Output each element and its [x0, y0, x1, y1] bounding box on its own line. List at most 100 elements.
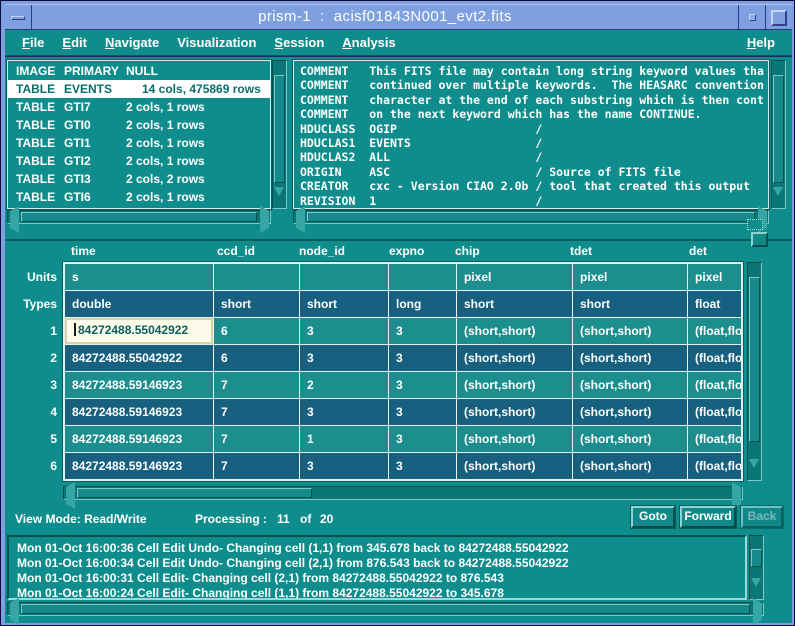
units-cell[interactable]: pixel	[573, 264, 687, 290]
table-cell[interactable]: 3	[300, 453, 388, 479]
scroll-up-icon[interactable]	[751, 537, 762, 563]
table-cell-editing[interactable]: 84272488.55042922	[65, 318, 213, 344]
table-cell[interactable]: 7	[214, 453, 299, 479]
table-cell[interactable]: (float,float)	[688, 372, 741, 398]
sash-handle[interactable]	[751, 232, 768, 247]
table-cell[interactable]: 3	[389, 345, 456, 371]
table-cell[interactable]: (float,float)	[688, 453, 741, 479]
hdu-list-item-gti3[interactable]: TABLE GTI3 2 cols, 2 rows	[8, 170, 270, 188]
scroll-left-icon[interactable]	[9, 598, 20, 625]
table-cell[interactable]: (short,short)	[573, 318, 687, 344]
hdu-list-item-gti7[interactable]: TABLE GTI7 2 cols, 1 rows	[8, 98, 270, 116]
scroll-left-icon[interactable]	[9, 206, 20, 233]
table-cell[interactable]: 7	[214, 426, 299, 452]
table-cell[interactable]: 3	[300, 345, 388, 371]
hdu-list-item-primary[interactable]: IMAGE PRIMARY NULL	[8, 62, 270, 80]
scroll-left-icon[interactable]	[65, 482, 76, 509]
menu-help[interactable]: Help	[738, 32, 784, 53]
column-header-node-id[interactable]: node_id	[299, 244, 345, 258]
units-cell[interactable]	[389, 264, 456, 290]
table-vscrollbar[interactable]	[747, 262, 762, 485]
resize-grip-icon[interactable]	[747, 219, 763, 230]
table-cell[interactable]: 84272488.59146923	[65, 453, 213, 479]
column-header-time[interactable]: time	[71, 244, 96, 258]
log-vscrollbar[interactable]	[749, 535, 764, 604]
table-cell[interactable]: (short,short)	[457, 318, 572, 344]
table-cell[interactable]: (short,short)	[573, 399, 687, 425]
menu-navigate[interactable]: Navigate	[96, 32, 168, 53]
menu-session[interactable]: Session	[265, 32, 333, 53]
table-cell[interactable]: (short,short)	[457, 345, 572, 371]
table-cell[interactable]: 84272488.59146923	[65, 372, 213, 398]
table-cell[interactable]: (float,float)	[688, 399, 741, 425]
table-cell[interactable]: 3	[389, 399, 456, 425]
window-menu-button[interactable]	[5, 5, 32, 29]
column-header-chip[interactable]: chip	[455, 244, 480, 258]
scroll-down-icon[interactable]	[773, 187, 784, 213]
table-cell[interactable]: 84272488.59146923	[65, 426, 213, 452]
table-cell[interactable]: (short,short)	[573, 453, 687, 479]
table-cell[interactable]: (short,short)	[573, 426, 687, 452]
minimize-button[interactable]	[738, 5, 765, 29]
forward-button[interactable]: Forward	[680, 506, 736, 528]
scrollbar-thumb[interactable]	[773, 75, 784, 183]
hdu-list-item-gti0[interactable]: TABLE GTI0 2 cols, 1 rows	[8, 116, 270, 134]
table-cell[interactable]: 6	[214, 318, 299, 344]
scroll-down-icon[interactable]	[751, 578, 762, 604]
table-cell[interactable]: (short,short)	[457, 453, 572, 479]
types-cell[interactable]: short	[300, 291, 388, 317]
types-cell[interactable]: long	[389, 291, 456, 317]
hdu-list-item-events-selected[interactable]: TABLE EVENTS 14 cols, 475869 rows	[8, 80, 270, 98]
scroll-up-icon[interactable]	[274, 62, 285, 88]
hdu-list-hscrollbar[interactable]	[7, 206, 271, 233]
menu-visualization[interactable]: Visualization	[168, 32, 265, 53]
table-cell[interactable]: (float,float)	[688, 318, 741, 344]
table-cell[interactable]: (short,short)	[573, 345, 687, 371]
maximize-button[interactable]	[765, 5, 792, 29]
table-cell[interactable]: (float,float)	[688, 345, 741, 371]
table-cell[interactable]: 84272488.55042922	[65, 345, 213, 371]
types-cell[interactable]: float	[688, 291, 741, 317]
scroll-up-icon[interactable]	[773, 62, 784, 88]
hdu-list-vscrollbar[interactable]	[272, 60, 287, 213]
column-header-det[interactable]: det	[689, 244, 707, 258]
scrollbar-thumb[interactable]	[307, 212, 755, 222]
hdu-list-item-gti1[interactable]: TABLE GTI1 2 cols, 1 rows	[8, 134, 270, 152]
table-cell[interactable]: (float,float)	[688, 426, 741, 452]
table-cell[interactable]: (short,short)	[457, 426, 572, 452]
scrollbar-thumb[interactable]	[77, 488, 312, 498]
column-header-tdet[interactable]: tdet	[570, 244, 592, 258]
scrollbar-thumb[interactable]	[21, 212, 257, 222]
scroll-left-icon[interactable]	[295, 206, 306, 233]
types-cell[interactable]: short	[573, 291, 687, 317]
table-cell[interactable]: 3	[389, 372, 456, 398]
scroll-right-icon[interactable]	[730, 482, 741, 509]
back-button[interactable]: Back	[741, 506, 783, 528]
column-header-expno[interactable]: expno	[389, 244, 424, 258]
keywords-vscrollbar[interactable]	[771, 60, 786, 213]
menu-file[interactable]: File	[13, 32, 53, 53]
units-cell[interactable]	[300, 264, 388, 290]
units-cell[interactable]: pixel	[688, 264, 741, 290]
units-cell[interactable]: s	[65, 264, 213, 290]
hdu-list-item-gti6[interactable]: TABLE GTI6 2 cols, 1 rows	[8, 188, 270, 206]
scrollbar-thumb[interactable]	[751, 549, 762, 567]
units-cell[interactable]	[214, 264, 299, 290]
scrollbar-thumb[interactable]	[274, 75, 285, 183]
keywords-hscrollbar[interactable]	[293, 206, 769, 233]
table-cell[interactable]: 84272488.59146923	[65, 399, 213, 425]
table-cell[interactable]: 3	[389, 453, 456, 479]
table-cell[interactable]: (short,short)	[457, 399, 572, 425]
table-cell[interactable]: (short,short)	[457, 372, 572, 398]
scroll-down-icon[interactable]	[274, 187, 285, 213]
table-cell[interactable]: 2	[300, 372, 388, 398]
log-hscrollbar[interactable]	[7, 598, 764, 625]
table-cell[interactable]: 1	[300, 426, 388, 452]
units-cell[interactable]: pixel	[457, 264, 572, 290]
table-cell[interactable]: 6	[214, 345, 299, 371]
table-cell[interactable]: 3	[389, 426, 456, 452]
hdu-list-item-gti2[interactable]: TABLE GTI2 2 cols, 1 rows	[8, 152, 270, 170]
column-header-ccd-id[interactable]: ccd_id	[217, 244, 255, 258]
goto-button[interactable]: Goto	[631, 506, 675, 528]
menu-analysis[interactable]: Analysis	[333, 32, 404, 53]
